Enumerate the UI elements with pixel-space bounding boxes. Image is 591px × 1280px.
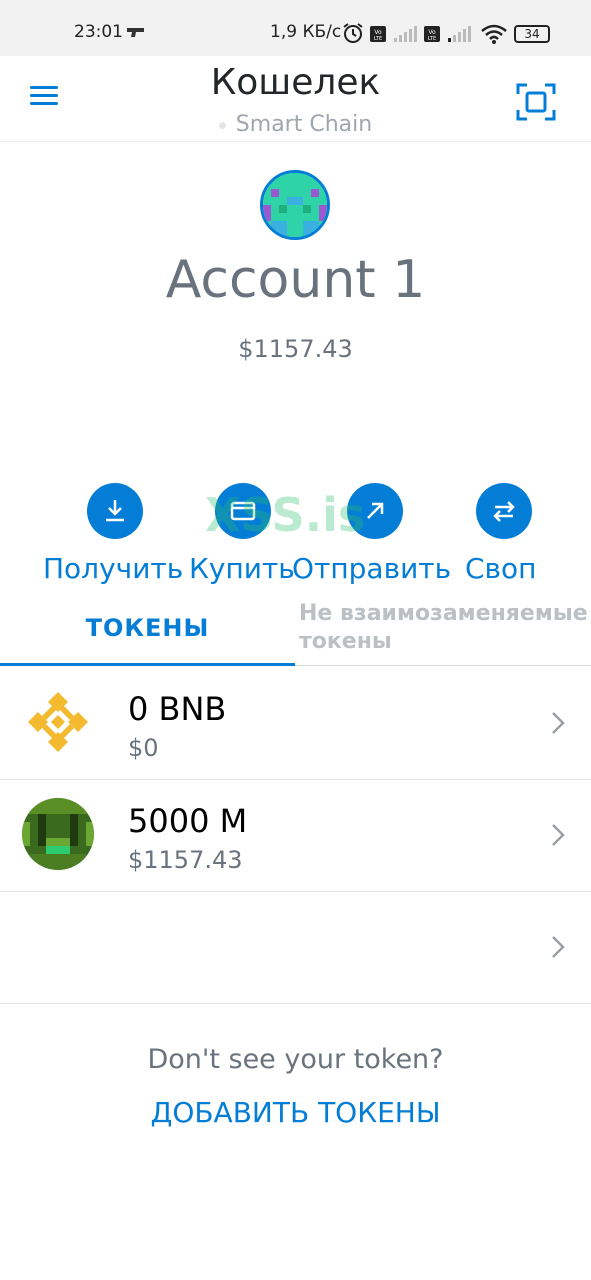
add-tokens-link[interactable]: ДОБАВИТЬ ТОКЕНЫ — [0, 1096, 591, 1129]
network-dot-icon — [218, 121, 226, 129]
account-balance: $1157.43 — [238, 335, 353, 363]
bnb-logo-icon — [28, 692, 88, 752]
battery-icon: 34 — [514, 25, 550, 43]
battery-level: 34 — [524, 27, 540, 41]
account-avatar[interactable] — [260, 170, 330, 240]
token-row-empty[interactable] — [0, 892, 591, 1004]
tab-nft[interactable]: Не взаимозаменяемые токены — [295, 592, 591, 666]
network-label: Smart Chain — [235, 112, 373, 137]
app-header: Кошелек Smart Chain — [0, 56, 591, 142]
buy-button[interactable] — [215, 483, 271, 539]
receive-button[interactable] — [87, 483, 143, 539]
identicon-icon — [263, 173, 327, 237]
tab-active-indicator — [0, 663, 295, 666]
wifi-icon — [481, 24, 507, 44]
svg-text:Vo: Vo — [374, 29, 382, 36]
network-name[interactable]: Smart Chain — [0, 112, 591, 137]
send-arrow-icon — [367, 502, 384, 519]
buy-label[interactable]: Купить — [189, 552, 295, 585]
receive-icon — [106, 500, 124, 522]
swap-icon — [493, 501, 515, 522]
chevron-right-icon — [552, 936, 565, 958]
chevron-right-icon — [552, 712, 565, 734]
dont-see-token-text: Don't see your token? — [147, 1044, 444, 1075]
token-amount: 0 BNB — [128, 690, 227, 728]
tab-nft-label: Не взаимозаменяемые токены — [299, 601, 588, 654]
scan-qr-button[interactable] — [515, 82, 557, 122]
status-time: 23:01 — [74, 22, 123, 42]
svg-text:LTE: LTE — [374, 36, 382, 42]
token-row-bnb[interactable]: 0 BNB $0 — [0, 668, 591, 780]
buy-card-icon — [230, 501, 256, 521]
swap-button[interactable] — [476, 483, 532, 539]
receive-label[interactable]: Получить — [43, 552, 183, 585]
tab-tokens[interactable]: ТОКЕНЫ — [0, 592, 295, 666]
account-name[interactable]: Account 1 — [0, 250, 591, 310]
tab-divider — [295, 665, 591, 666]
gun-notification-icon — [127, 28, 144, 37]
volte-signal-1-icon: Vo LTE — [370, 26, 417, 42]
send-label[interactable]: Отправить — [292, 552, 451, 585]
token-fiat-value: $0 — [128, 734, 159, 762]
svg-text:Vo: Vo — [428, 29, 436, 36]
page-title: Кошелек — [210, 62, 381, 103]
svg-text:LTE: LTE — [428, 36, 436, 42]
token-amount: 5000 M — [128, 802, 248, 840]
send-button[interactable] — [347, 483, 403, 539]
chevron-right-icon — [552, 824, 565, 846]
status-bar: 23:01 1,9 КБ/с Vo LTE Vo LTE 34 — [0, 0, 591, 56]
volte-signal-2-icon: Vo LTE — [424, 26, 471, 42]
alarm-icon — [343, 23, 363, 43]
swap-label[interactable]: Своп — [465, 552, 537, 585]
network-speed: 1,9 КБ/с — [270, 22, 342, 42]
pixel-token-icon — [22, 798, 94, 870]
tab-tokens-label: ТОКЕНЫ — [85, 614, 210, 642]
token-row-m[interactable]: 5000 M $1157.43 — [0, 780, 591, 892]
token-fiat-value: $1157.43 — [128, 846, 243, 874]
